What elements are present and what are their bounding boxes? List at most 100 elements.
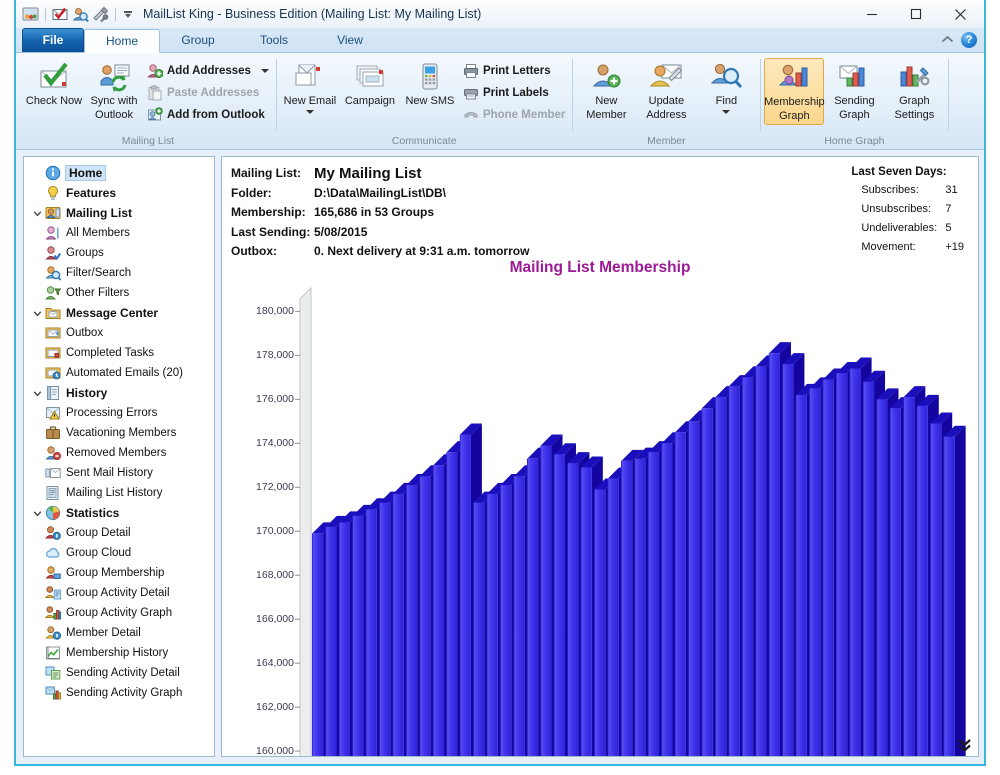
tab-view[interactable]: View [312,28,388,52]
info-value: 5/08/2015 [314,224,368,239]
y-axis-labels: 156,000158,000160,000162,000164,000166,0… [222,277,300,756]
sidebar-item-other-filters[interactable]: Other Filters [24,283,214,303]
sidebar-item-group-activity-graph[interactable]: Group Activity Graph [24,603,214,623]
update-address-button[interactable]: Update Address [636,58,696,123]
stat-key: Unsubscribes: [861,203,932,215]
member-detail-icon [44,625,62,641]
sidebar-item-mailing-list-history[interactable]: Mailing List History [24,483,214,503]
update-address-label-1: Update [648,95,685,107]
sidebar-item-removed-members[interactable]: Removed Members [24,443,214,463]
sidebar-item-completed-tasks[interactable]: Completed Tasks [24,343,214,363]
membership-chart[interactable]: 156,000158,000160,000162,000164,000166,0… [222,277,978,756]
sidebar-item-group-membership[interactable]: Group Membership [24,563,214,583]
print-letters-button[interactable]: Print Letters [460,60,568,82]
add-addresses-caret-icon[interactable] [260,69,269,73]
campaign-button[interactable]: Campaign [340,58,400,110]
membership-graph-button[interactable]: Membership Graph [764,58,825,125]
update-address-label-2: Address [646,108,687,121]
sms-icon [413,60,447,94]
sync-with-outlook-label-2: Outlook [95,108,133,121]
sidebar-item-label: Sent Mail History [66,467,153,479]
sidebar-item-vacationing-members[interactable]: Vacationing Members [24,423,214,443]
maximize-button[interactable] [894,1,938,27]
sidebar-item-features[interactable]: Features [24,183,214,203]
person-search-icon[interactable] [72,6,89,23]
tools-icon[interactable] [92,6,109,23]
sending-graph-button[interactable]: Sending Graph [824,58,884,123]
sidebar-item-mailing-list[interactable]: Mailing List [24,203,214,223]
campaign-icon [353,60,387,94]
new-sms-button[interactable]: New SMS [400,58,460,110]
help-button[interactable]: ? [961,32,977,48]
sidebar-item-all-members[interactable]: All Members [24,223,214,243]
expander-icon[interactable] [30,389,44,398]
navigation-sidebar[interactable]: Home Features Mailing List All Members Group… [23,156,215,757]
sidebar-item-group-detail[interactable]: Group Detail [24,523,214,543]
sidebar-item-member-detail[interactable]: Member Detail [24,623,214,643]
mailing-list-small-buttons: Add Addresses Paste Addresses Add from O… [144,58,272,126]
expander-icon[interactable] [30,209,44,218]
ribbon-group-mailing-list: Check Now Sync with Outlook Add Addresse… [20,55,276,149]
expander-icon[interactable] [30,509,44,518]
info-key: Membership: [231,205,306,219]
sidebar-item-statistics[interactable]: Statistics [24,503,214,523]
sidebar-item-sending-activity-detail[interactable]: Sending Activity Detail [24,663,214,683]
new-email-caret-icon[interactable] [305,109,314,114]
sync-with-outlook-button[interactable]: Sync with Outlook [84,58,144,123]
double-chevron-down-icon[interactable] [957,737,972,753]
paste-addresses-button[interactable]: Paste Addresses [144,82,272,104]
expander-icon[interactable] [30,309,44,318]
sidebar-item-history[interactable]: History [24,383,214,403]
sidebar-item-sent-mail-history[interactable]: Sent Mail History [24,463,214,483]
app-icon[interactable] [22,6,39,23]
ribbon-tab-strip: File Home Group Tools View ? [16,28,984,53]
add-addresses-button[interactable]: Add Addresses [144,60,272,82]
info-row: Folder: D:\Data\MailingList\DB\ [231,184,529,204]
sidebar-item-sending-activity-graph[interactable]: Sending Activity Graph [24,683,214,703]
minimize-button[interactable] [850,1,894,27]
sidebar-item-label: Sending Activity Graph [66,687,183,699]
add-from-outlook-button[interactable]: Add from Outlook [144,104,272,126]
sidebar-item-home[interactable]: Home [24,163,214,183]
chevron-up-icon[interactable] [941,31,954,49]
find-caret-icon[interactable] [722,109,731,114]
sidebar-item-processing-errors[interactable]: Processing Errors [24,403,214,423]
print-labels-button[interactable]: Print Labels [460,82,568,104]
sidebar-item-label: Vacationing Members [66,427,177,439]
print-labels-label: Print Labels [482,87,549,99]
sidebar-item-filter-search[interactable]: Filter/Search [24,263,214,283]
check-now-button[interactable]: Check Now [24,58,84,110]
sidebar-item-label: Features [66,186,117,200]
new-email-button[interactable]: New Email [280,58,340,116]
sidebar-item-group-activity-detail[interactable]: Group Activity Detail [24,583,214,603]
sidebar-item-membership-history[interactable]: Membership History [24,643,214,663]
sidebar-item-message-center[interactable]: Message Center [24,303,214,323]
new-member-button[interactable]: New Member [576,58,636,123]
graph-settings-button[interactable]: Graph Settings [884,58,944,123]
info-value: D:\Data\MailingList\DB\ [314,185,447,200]
tab-file[interactable]: File [22,28,84,52]
new-member-label-1: New [595,95,618,107]
phone-member-button[interactable]: Phone Member [460,104,568,126]
tab-group[interactable]: Group [160,28,236,52]
removed-member-icon [44,445,62,461]
stat-row: Movement: +19 [851,238,964,257]
qat-dropdown-icon[interactable] [122,6,134,22]
y-axis-tick-label: 176,000 [256,393,294,406]
mail-check-icon[interactable] [52,6,69,23]
close-button[interactable] [938,1,982,27]
printer-icon [463,64,478,78]
tab-tools[interactable]: Tools [236,28,312,52]
add-from-outlook-label: Add from Outlook [167,109,265,121]
content-panel: Mailing List: My Mailing List Folder: D:\Da… [221,156,979,757]
tab-home[interactable]: Home [84,29,160,53]
sidebar-item-label: Group Cloud [66,547,132,559]
phone-member-label: Phone Member [482,109,566,121]
find-button[interactable]: Find [696,58,756,116]
sidebar-item-automated-emails-20[interactable]: Automated Emails (20) [24,363,214,383]
sidebar-item-group-cloud[interactable]: Group Cloud [24,543,214,563]
info-key: Outbox: [231,244,277,258]
sidebar-item-outbox[interactable]: Outbox [24,323,214,343]
sidebar-item-label: Mailing List [66,206,132,220]
sidebar-item-groups[interactable]: Groups [24,243,214,263]
